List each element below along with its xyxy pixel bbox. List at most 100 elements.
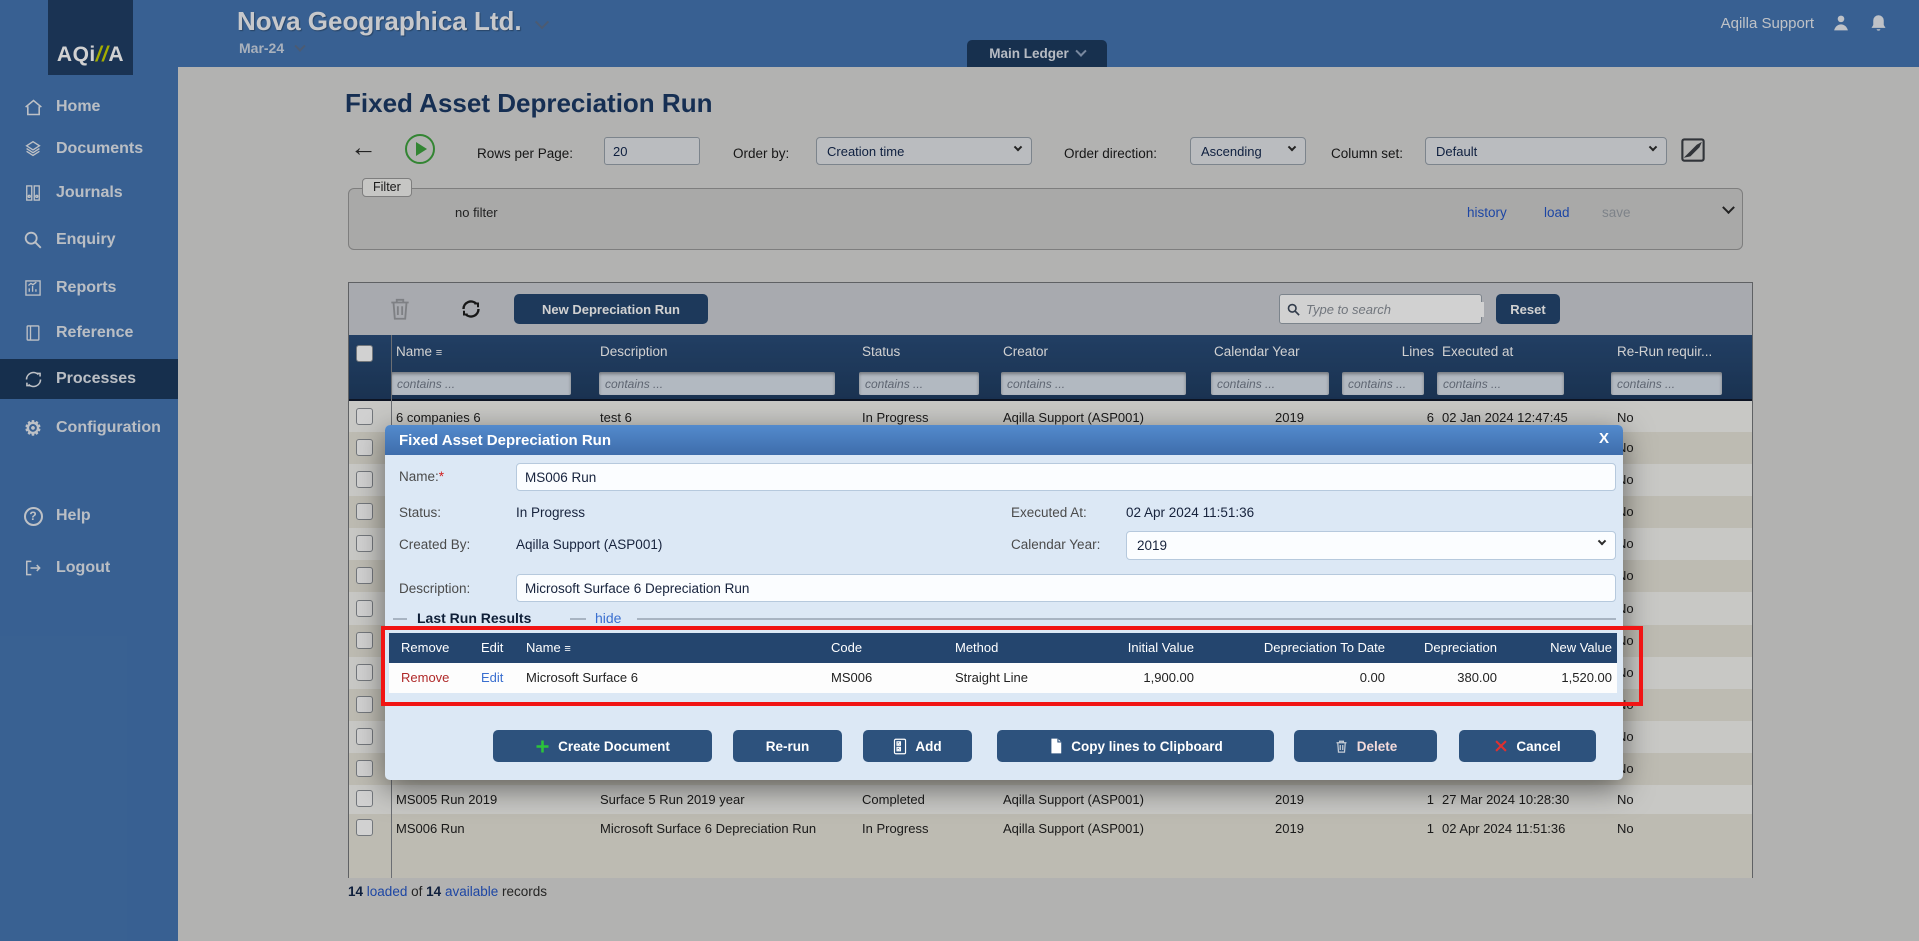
sidebar-item-reports[interactable]: Reports bbox=[0, 268, 178, 308]
sidebar-item-label: Journals bbox=[56, 184, 123, 202]
logout-icon bbox=[22, 557, 44, 579]
filter-input-calendar-year[interactable] bbox=[1211, 372, 1329, 395]
checklist-icon bbox=[893, 738, 907, 755]
filter-input-name[interactable] bbox=[391, 372, 571, 395]
remove-line-link[interactable]: Remove bbox=[401, 670, 463, 685]
sidebar-item-enquiry[interactable]: Enquiry bbox=[0, 220, 178, 260]
copy-lines-to-clipboard-button[interactable]: Copy lines to Clipboard bbox=[997, 730, 1274, 762]
cancel-button[interactable]: Cancel bbox=[1459, 730, 1596, 762]
row-checkbox[interactable] bbox=[356, 567, 373, 584]
loaded-link[interactable]: loaded bbox=[367, 884, 408, 899]
sidebar-item-journals[interactable]: Journals bbox=[0, 173, 178, 213]
row-checkbox[interactable] bbox=[356, 439, 373, 456]
row-checkbox[interactable] bbox=[356, 535, 373, 552]
sidebar-item-label: Help bbox=[56, 507, 91, 525]
sidebar-item-label: Home bbox=[56, 98, 100, 116]
results-column-name[interactable]: Name ≡ bbox=[526, 640, 816, 655]
trash-icon[interactable] bbox=[387, 294, 413, 329]
table-search bbox=[1279, 294, 1482, 324]
filter-input-description[interactable] bbox=[599, 372, 835, 395]
description-field[interactable] bbox=[516, 574, 1616, 602]
column-header-lines[interactable]: Lines bbox=[1369, 344, 1434, 359]
column-header-calendar-year[interactable]: Calendar Year bbox=[1214, 344, 1300, 359]
column-header-re-run[interactable]: Re-Run requir... bbox=[1617, 344, 1712, 359]
filter-input-status[interactable] bbox=[859, 372, 979, 395]
filter-history-link[interactable]: history bbox=[1467, 205, 1507, 220]
user-icon[interactable] bbox=[1830, 12, 1852, 34]
sidebar-item-help[interactable]: ? Help bbox=[0, 496, 178, 536]
row-checkbox[interactable] bbox=[356, 696, 373, 713]
table-row[interactable]: MS005 Run 2019 Surface 5 Run 2019 year C… bbox=[349, 785, 1752, 814]
created-by-label: Created By: bbox=[399, 537, 470, 552]
legend-line bbox=[637, 618, 1616, 620]
close-icon[interactable]: X bbox=[1599, 430, 1609, 447]
edit-column-set-icon[interactable] bbox=[1678, 135, 1708, 170]
re-run-button[interactable]: Re-run bbox=[733, 730, 842, 762]
sidebar-item-configuration[interactable]: ⚙ Configuration bbox=[0, 408, 178, 448]
filter-input-lines[interactable] bbox=[1342, 372, 1424, 395]
sidebar-item-label: Reference bbox=[56, 324, 133, 342]
select-all-checkbox[interactable] bbox=[356, 345, 373, 362]
refresh-icon[interactable] bbox=[459, 297, 483, 326]
filter-save-link[interactable]: save bbox=[1602, 205, 1631, 220]
sidebar-item-logout[interactable]: Logout bbox=[0, 548, 178, 588]
ledger-selector[interactable]: Main Ledger bbox=[967, 40, 1107, 67]
row-checkbox[interactable] bbox=[356, 790, 373, 807]
dialog-title: Fixed Asset Depreciation Run bbox=[399, 432, 611, 449]
sidebar-item-home[interactable]: Home bbox=[0, 87, 178, 127]
search-icon bbox=[22, 229, 44, 251]
filter-load-link[interactable]: load bbox=[1544, 205, 1570, 220]
order-by-label: Order by: bbox=[733, 146, 789, 161]
aqilla-logo[interactable]: AQi//A bbox=[48, 0, 133, 75]
column-header-creator[interactable]: Creator bbox=[1003, 344, 1048, 359]
add-button[interactable]: Add bbox=[863, 730, 972, 762]
row-checkbox[interactable] bbox=[356, 600, 373, 617]
order-direction-select[interactable]: Ascending bbox=[1190, 137, 1306, 165]
row-checkbox[interactable] bbox=[356, 819, 373, 836]
period-selector[interactable]: Mar-24 bbox=[239, 40, 304, 56]
filter-input-executed-at[interactable] bbox=[1437, 372, 1564, 395]
delete-button[interactable]: Delete bbox=[1294, 730, 1437, 762]
back-arrow-icon[interactable]: ← bbox=[350, 132, 377, 163]
new-depreciation-run-button[interactable]: New Depreciation Run bbox=[514, 294, 708, 324]
hide-link[interactable]: hide bbox=[595, 610, 621, 626]
create-document-button[interactable]: Create Document bbox=[493, 730, 712, 762]
row-checkbox[interactable] bbox=[356, 503, 373, 520]
chevron-down-icon bbox=[1288, 142, 1296, 150]
rows-per-page-input[interactable] bbox=[604, 137, 700, 165]
sidebar-item-reference[interactable]: Reference bbox=[0, 313, 178, 353]
status-label: Status: bbox=[399, 505, 441, 520]
row-checkbox[interactable] bbox=[356, 471, 373, 488]
column-header-status[interactable]: Status bbox=[862, 344, 900, 359]
filter-input-creator[interactable] bbox=[1001, 372, 1186, 395]
run-play-button[interactable] bbox=[405, 134, 435, 164]
column-set-select[interactable]: Default bbox=[1425, 137, 1667, 165]
app-canvas: AQi//A Nova Geographica Ltd. Mar-24 Main… bbox=[0, 0, 1919, 941]
company-selector[interactable]: Nova Geographica Ltd. bbox=[237, 6, 547, 37]
row-checkbox[interactable] bbox=[356, 408, 373, 425]
table-row[interactable]: MS006 Run Microsoft Surface 6 Depreciati… bbox=[349, 814, 1752, 878]
row-checkbox[interactable] bbox=[356, 632, 373, 649]
calendar-year-select[interactable]: 2019 bbox=[1126, 531, 1616, 560]
status-value: In Progress bbox=[516, 505, 585, 520]
row-checkbox[interactable] bbox=[356, 760, 373, 777]
sidebar-item-documents[interactable]: Documents bbox=[0, 129, 178, 169]
available-link[interactable]: available bbox=[445, 884, 498, 899]
column-header-name[interactable]: Name ≡ bbox=[396, 344, 442, 359]
sidebar-item-processes[interactable]: Processes bbox=[0, 359, 178, 399]
search-input[interactable] bbox=[1306, 302, 1484, 317]
ledger-label: Main Ledger bbox=[989, 46, 1069, 61]
row-checkbox[interactable] bbox=[356, 664, 373, 681]
gear-icon: ⚙ bbox=[22, 417, 44, 439]
notifications-bell-icon[interactable] bbox=[1868, 13, 1889, 34]
name-field[interactable] bbox=[516, 463, 1616, 491]
filter-input-re-run[interactable] bbox=[1611, 372, 1722, 395]
row-checkbox[interactable] bbox=[356, 728, 373, 745]
sidebar-item-label: Reports bbox=[56, 279, 116, 297]
edit-line-link[interactable]: Edit bbox=[481, 670, 521, 685]
column-header-executed-at[interactable]: Executed at bbox=[1442, 344, 1513, 359]
reset-button[interactable]: Reset bbox=[1496, 294, 1560, 324]
legend-line bbox=[393, 618, 407, 620]
order-by-select[interactable]: Creation time bbox=[816, 137, 1032, 165]
column-header-description[interactable]: Description bbox=[600, 344, 668, 359]
